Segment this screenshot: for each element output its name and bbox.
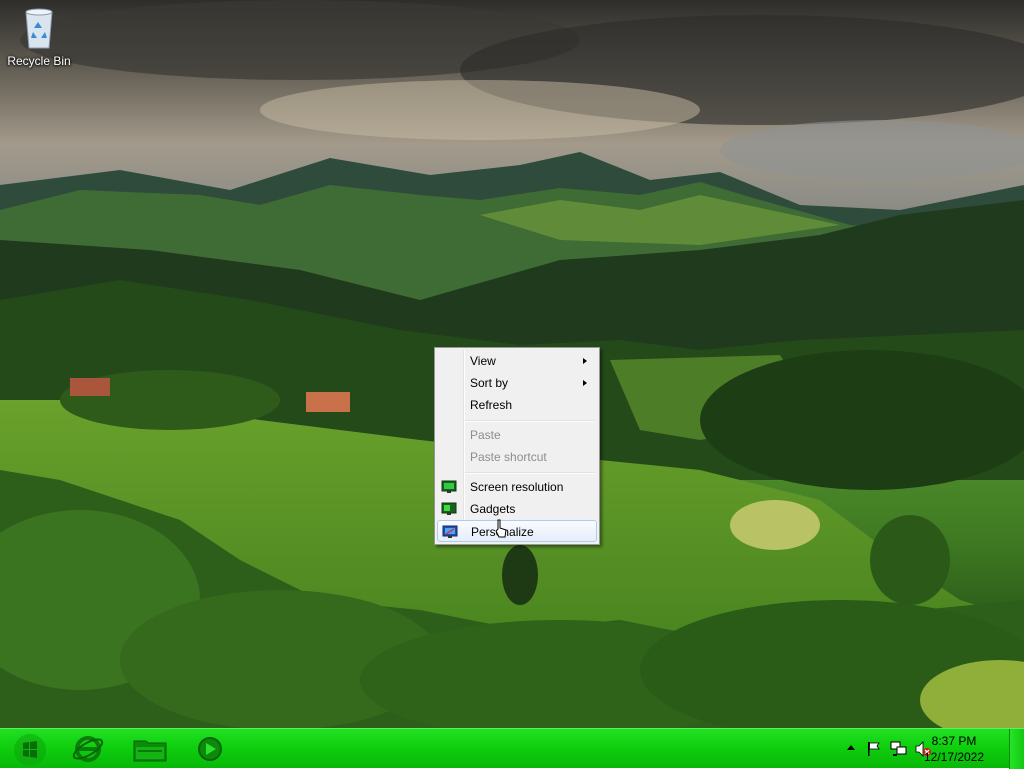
menu-item-paste[interactable]: Paste (437, 424, 597, 446)
file-explorer-icon (133, 740, 167, 762)
taskbar-media-player[interactable] (184, 731, 236, 767)
taskbar: 8:37 PM 12/17/2022 (0, 728, 1024, 769)
taskbar-clock[interactable]: 8:37 PM 12/17/2022 (914, 733, 994, 765)
desktop-icon-label: Recycle Bin (7, 54, 71, 68)
screen-resolution-icon (441, 480, 457, 493)
show-hidden-icons-icon[interactable] (846, 741, 856, 755)
action-center-flag-icon[interactable] (866, 741, 882, 757)
menu-item-label: Screen resolution (470, 480, 564, 494)
start-button[interactable] (8, 731, 52, 767)
menu-separator (465, 472, 595, 474)
mouse-cursor-icon (495, 519, 507, 538)
submenu-arrow-icon (583, 358, 587, 364)
menu-item-refresh[interactable]: Refresh (437, 394, 597, 416)
clock-time: 8:37 PM (931, 734, 977, 748)
menu-item-sort-by[interactable]: Sort by (437, 372, 597, 394)
menu-item-label: Sort by (470, 376, 509, 390)
personalize-icon (442, 525, 458, 538)
menu-item-screen-resolution[interactable]: Screen resolution (437, 476, 597, 498)
gadgets-icon (441, 502, 457, 515)
network-icon[interactable] (890, 741, 908, 757)
menu-item-label: View (470, 354, 496, 368)
taskbar-internet-explorer[interactable] (62, 731, 114, 767)
clock-date: 12/17/2022 (923, 750, 985, 764)
media-player-icon (198, 737, 222, 761)
desktop[interactable]: Recycle Bin View Sort by Refresh Paste P… (0, 0, 1024, 728)
menu-separator (465, 420, 595, 422)
submenu-arrow-icon (583, 380, 587, 386)
internet-explorer-icon (72, 736, 104, 762)
show-desktop-button[interactable] (1009, 729, 1024, 769)
menu-item-gadgets[interactable]: Gadgets (437, 498, 597, 520)
menu-item-label: Paste (470, 428, 501, 442)
menu-item-personalize[interactable]: Personalize (437, 520, 597, 542)
menu-item-label: Gadgets (470, 502, 516, 516)
menu-item-label: Refresh (470, 398, 513, 412)
menu-item-paste-shortcut[interactable]: Paste shortcut (437, 446, 597, 468)
desktop-context-menu: View Sort by Refresh Paste Paste shortcu… (434, 347, 600, 545)
menu-item-view[interactable]: View (437, 350, 597, 372)
windows-start-icon (14, 734, 46, 766)
taskbar-file-explorer[interactable] (124, 731, 176, 767)
menu-item-label: Paste shortcut (470, 450, 547, 464)
desktop-icon-recycle-bin[interactable]: Recycle Bin (4, 6, 74, 68)
recycle-bin-icon (25, 8, 53, 49)
